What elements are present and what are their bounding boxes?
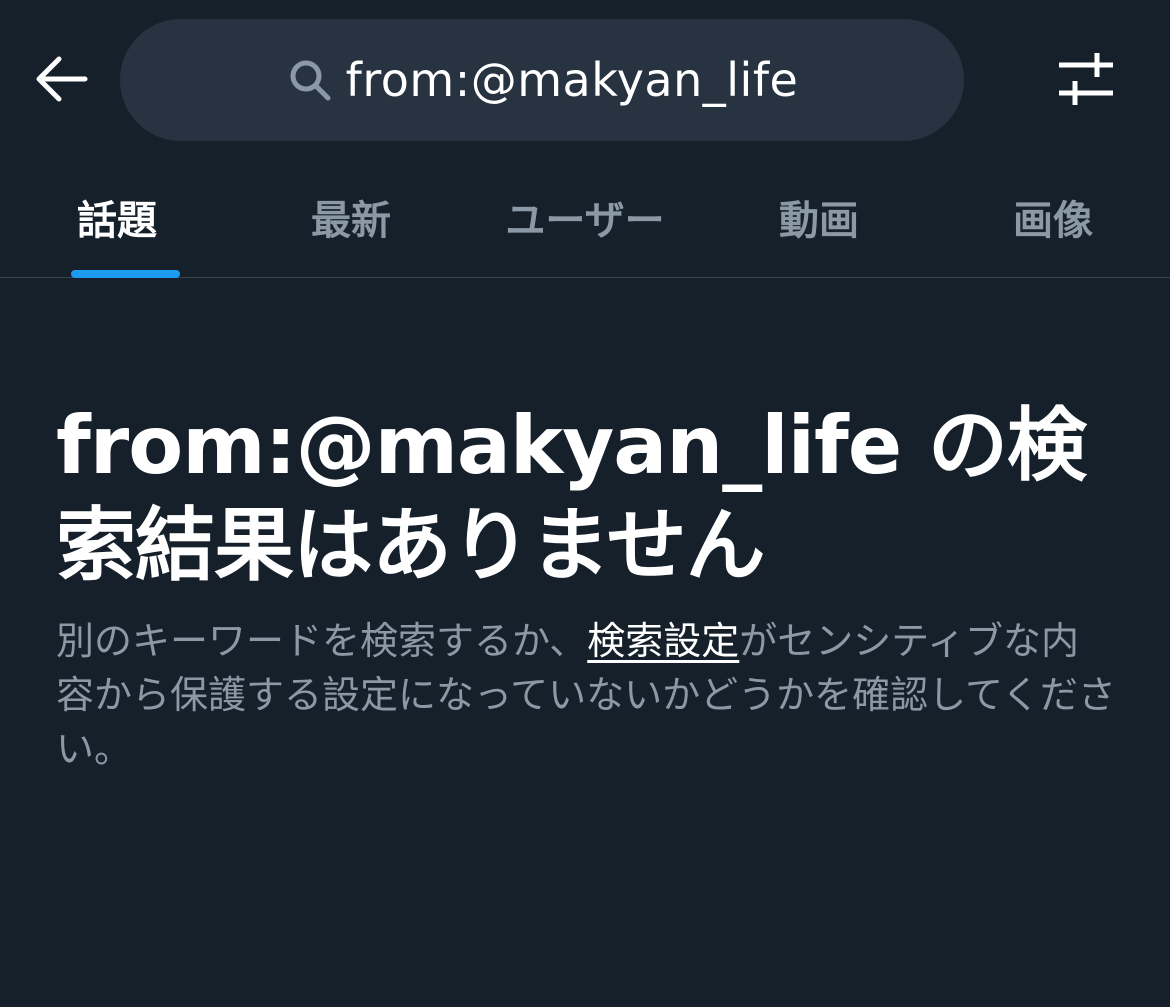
search-icon [286, 56, 334, 104]
active-tab-indicator [71, 270, 180, 278]
search-filter-button[interactable] [1046, 42, 1126, 120]
search-input[interactable]: from:@makyan_life [120, 19, 964, 141]
tab-top[interactable]: 話題 [0, 160, 234, 278]
tab-users[interactable]: ユーザー [468, 160, 702, 278]
search-tabs: 話題 最新 ユーザー 動画 画像 [0, 160, 1170, 278]
tab-label: 画像 [1013, 198, 1093, 244]
search-settings-link[interactable]: 検索設定 [587, 619, 739, 663]
tab-label: ユーザー [505, 198, 665, 244]
tab-videos[interactable]: 動画 [702, 160, 936, 278]
empty-state-description: 別のキーワードを検索するか、検索設定がセンシティブな内容から保護する設定になって… [56, 614, 1116, 776]
tab-images[interactable]: 画像 [936, 160, 1170, 278]
tab-label: 話題 [77, 198, 157, 244]
empty-state: from:@makyan_life の検索結果はありません 別のキーワードを検索… [56, 396, 1116, 776]
description-text: 別のキーワードを検索するか、 [56, 619, 588, 663]
back-button[interactable] [22, 42, 100, 120]
sliders-icon [1057, 51, 1115, 111]
search-header: from:@makyan_life 話題 最新 ユーザー 動画 画像 [0, 0, 1170, 278]
tab-label: 動画 [779, 198, 859, 244]
tab-label: 最新 [311, 198, 391, 244]
tab-latest[interactable]: 最新 [234, 160, 468, 278]
search-query: from:@makyan_life [345, 53, 799, 107]
arrow-left-icon [33, 55, 89, 107]
empty-state-title: from:@makyan_life の検索結果はありません [56, 399, 1087, 592]
